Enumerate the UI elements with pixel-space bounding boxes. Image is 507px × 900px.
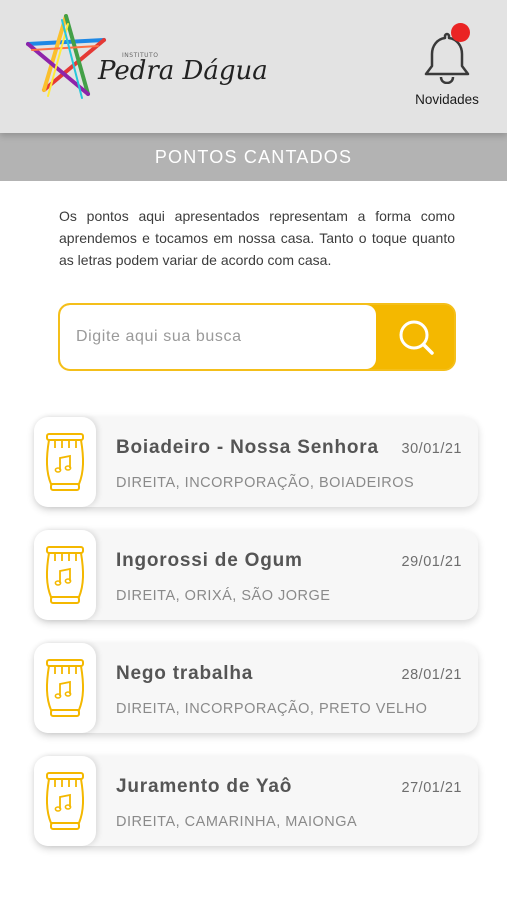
card-icon-box: [34, 643, 96, 733]
item-date: 28/01/21: [401, 667, 462, 683]
card-icon-box: [34, 417, 96, 507]
drum-icon: [45, 546, 85, 604]
item-tags: DIREITA, INCORPORAÇÃO, PRETO VELHO: [116, 701, 428, 717]
card-icon-box: [34, 756, 96, 846]
brand-name: Pedra Dágua: [98, 56, 268, 86]
app-header: INSTITUTO Pedra Dágua Novidades: [0, 0, 507, 133]
item-tags: DIREITA, ORIXÁ, SÃO JORGE: [116, 588, 331, 604]
item-tags: DIREITA, CAMARINHA, MAIONGA: [116, 814, 358, 830]
item-title: Nego trabalha: [116, 663, 254, 684]
item-tags: DIREITA, INCORPORAÇÃO, BOIADEIROS: [116, 475, 415, 491]
search-bar: [58, 303, 456, 371]
list-item[interactable]: Ingorossi de Ogum 29/01/21 DIREITA, ORIX…: [34, 530, 478, 620]
item-date: 29/01/21: [401, 554, 462, 570]
section-title: PONTOS CANTADOS: [0, 133, 507, 181]
list-item[interactable]: Nego trabalha 28/01/21 DIREITA, INCORPOR…: [34, 643, 478, 733]
drum-icon: [45, 659, 85, 717]
item-title: Juramento de Yaô: [116, 776, 293, 797]
item-title: Boiadeiro - Nossa Senhora: [116, 437, 379, 458]
search-icon: [399, 320, 434, 355]
card-icon-box: [34, 530, 96, 620]
list-item[interactable]: Boiadeiro - Nossa Senhora 30/01/21 DIREI…: [34, 417, 478, 507]
item-date: 30/01/21: [401, 441, 462, 457]
notification-badge: [451, 23, 470, 42]
search-input[interactable]: [60, 305, 376, 369]
search-button[interactable]: [376, 305, 454, 369]
brand-logo[interactable]: INSTITUTO Pedra Dágua: [18, 10, 268, 110]
item-date: 27/01/21: [401, 780, 462, 796]
drum-icon: [45, 772, 85, 830]
drum-icon: [45, 433, 85, 491]
list-item[interactable]: Juramento de Yaô 27/01/21 DIREITA, CAMAR…: [34, 756, 478, 846]
item-title: Ingorossi de Ogum: [116, 550, 303, 571]
notifications-label[interactable]: Novidades: [405, 92, 489, 107]
star-logo-icon: [26, 14, 106, 99]
intro-text: Os pontos aqui apresentados representam …: [59, 208, 455, 268]
